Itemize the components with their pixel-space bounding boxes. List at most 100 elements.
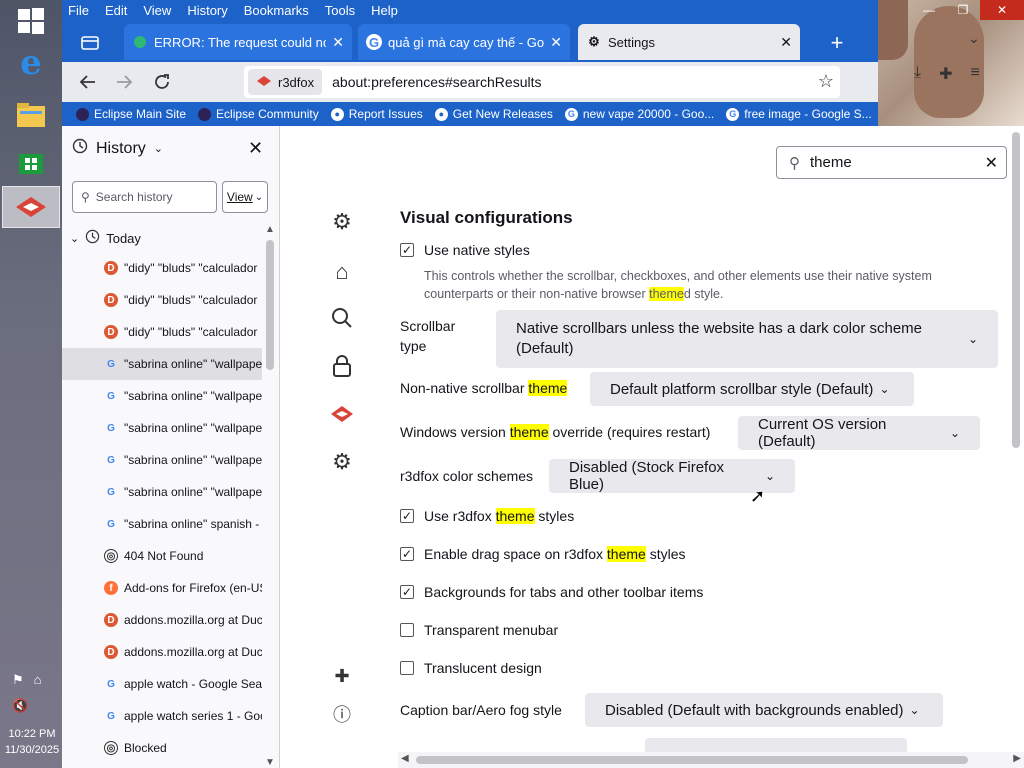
category-search-icon[interactable] xyxy=(328,304,356,332)
history-item[interactable]: G "sabrina online" "wallpape xyxy=(62,348,262,380)
close-window-icon[interactable]: ✕ xyxy=(980,0,1024,20)
menu-history[interactable]: History xyxy=(187,3,227,18)
checkbox-unchecked[interactable] xyxy=(400,623,414,637)
clear-search-icon[interactable]: ✕ xyxy=(985,153,998,173)
history-item[interactable]: G "sabrina online" spanish - xyxy=(62,508,262,540)
view-dropdown[interactable]: View ⌄ xyxy=(222,181,268,213)
history-item[interactable]: D "didy" "bluds" "calculador xyxy=(62,316,262,348)
menu-help[interactable]: Help xyxy=(371,3,398,18)
scrollbar-thumb[interactable] xyxy=(416,756,968,764)
tab-error[interactable]: ERROR: The request could not b ✕ xyxy=(124,24,352,60)
extensions-icon[interactable]: ✚ xyxy=(939,64,952,84)
menu-icon[interactable]: ≡ xyxy=(970,64,979,84)
identity-box[interactable]: r3dfox xyxy=(248,69,323,95)
sidebar-header[interactable]: History ⌄ xyxy=(72,138,163,159)
category-advanced-gear-icon[interactable]: ⚙ xyxy=(328,448,356,476)
history-item[interactable]: f Add-ons for Firefox (en-US xyxy=(62,572,262,604)
history-item[interactable]: Daddons.mozilla.org at Duc xyxy=(62,636,262,668)
caption-bar-dropdown[interactable]: Disabled (Default with backgrounds enabl… xyxy=(585,693,943,727)
sidebar-scrollbar[interactable]: ▲ ▼ xyxy=(262,224,278,768)
r3dfox-taskbar-icon[interactable] xyxy=(2,186,60,228)
history-item[interactable]: G "sabrina online" "wallpape xyxy=(62,444,262,476)
forward-button[interactable] xyxy=(110,68,138,96)
store-icon[interactable] xyxy=(10,140,52,182)
reload-button[interactable] xyxy=(148,68,176,96)
flag-icon[interactable]: ⚑ xyxy=(12,672,24,688)
tab-google-search[interactable]: G quả gì mà cay cay thế - Google ✕ xyxy=(358,24,570,60)
transparent-menubar-checkbox[interactable]: Transparent menubar xyxy=(400,622,558,638)
history-item[interactable]: ◎ 404 Not Found xyxy=(62,540,262,572)
checkbox-checked[interactable]: ✓ xyxy=(400,509,414,523)
menu-tools[interactable]: Tools xyxy=(325,3,355,18)
history-item[interactable]: G "sabrina online" "wallpape xyxy=(62,412,262,444)
menu-file[interactable]: File xyxy=(68,3,89,18)
checkbox-checked[interactable]: ✓ xyxy=(400,243,414,257)
bookmark-item[interactable]: Gnew vape 20000 - Goo... xyxy=(564,107,714,121)
checkbox-checked[interactable]: ✓ xyxy=(400,547,414,561)
bookmark-item[interactable]: Gfree image - Google S... xyxy=(726,107,872,121)
bookmark-item[interactable]: Eclipse Community xyxy=(198,107,319,121)
scrollbar-thumb[interactable] xyxy=(266,240,274,370)
page-vertical-scrollbar[interactable] xyxy=(1008,126,1024,752)
bookmark-item[interactable]: Eclipse Main Site xyxy=(76,107,186,121)
history-item[interactable]: Daddons.mozilla.org at Duc xyxy=(62,604,262,636)
url-text[interactable]: about:preferences#searchResults xyxy=(332,74,840,90)
checkbox-checked[interactable]: ✓ xyxy=(400,585,414,599)
history-item[interactable]: G "sabrina online" "wallpape xyxy=(62,380,262,412)
history-item[interactable]: D "didy" "bluds" "calculador xyxy=(62,252,262,284)
windows-version-dropdown[interactable]: Current OS version (Default) ⌄ xyxy=(738,416,980,450)
windows-start-icon[interactable] xyxy=(10,0,52,42)
network-icon[interactable]: ⌂ xyxy=(34,672,42,688)
use-native-styles-checkbox[interactable]: ✓ Use native styles xyxy=(400,242,530,258)
category-privacy-lock-icon[interactable] xyxy=(328,352,356,380)
url-bar[interactable]: r3dfox about:preferences#searchResults ☆ xyxy=(244,66,840,98)
new-tab-button[interactable]: + xyxy=(820,28,854,58)
preferences-search-input[interactable]: ⚲ theme ✕ xyxy=(776,146,1007,179)
backgrounds-checkbox[interactable]: ✓ Backgrounds for tabs and other toolbar… xyxy=(400,584,703,600)
speaker-muted-icon[interactable]: 🔇 xyxy=(12,698,28,714)
restore-icon[interactable]: ❐ xyxy=(946,0,980,20)
history-item[interactable]: Gapple watch series 1 - Goo xyxy=(62,700,262,732)
history-search-input[interactable]: ⚲ Search history xyxy=(72,181,217,213)
scrollbar-thumb[interactable] xyxy=(1012,132,1020,448)
internet-explorer-icon[interactable]: e xyxy=(10,42,52,84)
category-r3dfox-icon[interactable] xyxy=(328,400,356,428)
chevron-down-icon[interactable]: ⌄ xyxy=(968,30,980,47)
category-home-icon[interactable]: ⌂ xyxy=(328,258,356,286)
bookmark-star-icon[interactable]: ☆ xyxy=(818,71,834,92)
nonnative-scrollbar-dropdown[interactable]: Default platform scrollbar style (Defaul… xyxy=(590,372,914,406)
downloads-icon[interactable]: ⤓ xyxy=(914,64,921,84)
history-item[interactable]: Gapple watch - Google Sear xyxy=(62,668,262,700)
close-sidebar-button[interactable]: ✕ xyxy=(248,138,263,159)
checkbox-unchecked[interactable] xyxy=(400,661,414,675)
minimize-icon[interactable]: — xyxy=(912,0,946,20)
menu-bookmarks[interactable]: Bookmarks xyxy=(244,3,309,18)
translucent-design-checkbox[interactable]: Translucent design xyxy=(400,660,542,676)
scrollbar-type-dropdown[interactable]: Native scrollbars unless the website has… xyxy=(496,310,998,368)
close-tab-icon[interactable]: ✕ xyxy=(332,34,344,51)
bookmark-item[interactable]: ● Report Issues xyxy=(330,107,423,121)
close-tab-icon[interactable]: ✕ xyxy=(550,34,562,51)
menu-edit[interactable]: Edit xyxy=(105,3,127,18)
history-group-today[interactable]: ⌄ Today xyxy=(62,224,262,252)
use-r3dfox-theme-checkbox[interactable]: ✓ Use r3dfox theme styles xyxy=(400,508,574,524)
back-button[interactable] xyxy=(74,68,102,96)
list-all-tabs-icon[interactable] xyxy=(76,28,104,56)
scroll-up-icon[interactable]: ▲ xyxy=(265,224,275,235)
clock[interactable]: 10:22 PM 11/30/2025 xyxy=(2,726,62,758)
history-item[interactable]: D "didy" "bluds" "calculador xyxy=(62,284,262,316)
drag-space-checkbox[interactable]: ✓ Enable drag space on r3dfox theme styl… xyxy=(400,546,686,562)
bookmark-item[interactable]: ● Get New Releases xyxy=(434,107,553,121)
scroll-right-icon[interactable]: ▶ xyxy=(1013,753,1021,764)
scroll-left-icon[interactable]: ◀ xyxy=(401,753,409,764)
scroll-down-icon[interactable]: ▼ xyxy=(265,757,275,768)
help-icon[interactable]: ⓘ xyxy=(328,700,356,728)
page-horizontal-scrollbar[interactable]: ◀ ▶ xyxy=(398,752,1024,768)
tab-settings[interactable]: ⚙ Settings ✕ xyxy=(578,24,800,60)
extensions-themes-icon[interactable]: ✚ xyxy=(328,662,356,690)
category-general-gear-icon[interactable]: ⚙ xyxy=(328,208,356,236)
file-explorer-icon[interactable] xyxy=(10,94,52,136)
close-tab-icon[interactable]: ✕ xyxy=(780,34,792,51)
history-item[interactable]: ◎ Blocked xyxy=(62,732,262,764)
menu-view[interactable]: View xyxy=(143,3,171,18)
